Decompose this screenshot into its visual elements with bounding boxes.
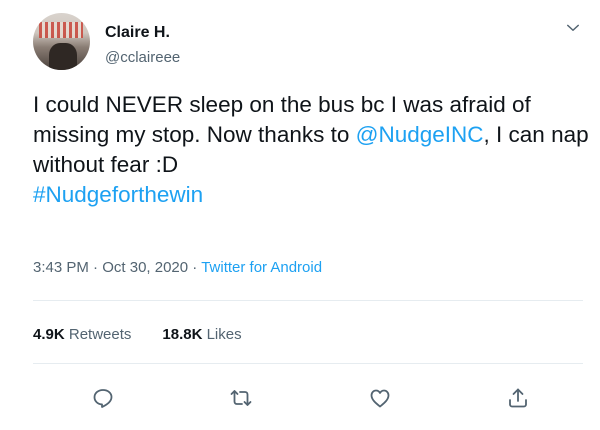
share-button[interactable] xyxy=(505,385,531,411)
chevron-down-icon xyxy=(564,19,582,37)
divider xyxy=(33,363,583,364)
retweets-label: Retweets xyxy=(68,326,132,343)
retweet-button[interactable] xyxy=(228,385,254,411)
retweets-stat[interactable]: 4.9K Retweets xyxy=(33,326,131,343)
share-icon xyxy=(506,386,530,410)
likes-label: Likes xyxy=(206,326,242,343)
reply-icon xyxy=(91,386,115,410)
more-options-button[interactable] xyxy=(561,16,585,40)
tweet-meta: 3:43 PM · Oct 30, 2020 · Twitter for And… xyxy=(33,259,322,276)
author-handle[interactable]: @cclaireee xyxy=(105,49,180,66)
tweet-source-link[interactable]: Twitter for Android xyxy=(201,259,322,276)
tweet-time[interactable]: 3:43 PM xyxy=(33,259,89,276)
author-name[interactable]: Claire H. xyxy=(105,24,170,42)
retweets-count: 4.9K xyxy=(33,326,65,343)
meta-separator: · xyxy=(88,259,103,276)
avatar[interactable] xyxy=(33,13,90,70)
mention-link[interactable]: @NudgeINC xyxy=(356,122,484,147)
avatar-figure xyxy=(49,43,77,70)
likes-stat[interactable]: 18.8K Likes xyxy=(162,326,241,343)
meta-separator: · xyxy=(188,259,202,276)
retweet-icon xyxy=(229,386,253,410)
likes-count: 18.8K xyxy=(162,326,203,343)
tweet-card: Claire H. @cclaireee I could NEVER sleep… xyxy=(0,0,600,430)
reply-button[interactable] xyxy=(90,385,116,411)
divider xyxy=(33,300,583,301)
tweet-date[interactable]: Oct 30, 2020 xyxy=(102,259,188,276)
heart-icon xyxy=(368,386,392,410)
tweet-text: I could NEVER sleep on the bus bc I was … xyxy=(33,90,593,210)
tweet-stats: 4.9K Retweets 18.8K Likes xyxy=(33,326,242,343)
like-button[interactable] xyxy=(367,385,393,411)
avatar-sign xyxy=(39,22,83,38)
hashtag-link[interactable]: #Nudgeforthewin xyxy=(33,182,203,207)
